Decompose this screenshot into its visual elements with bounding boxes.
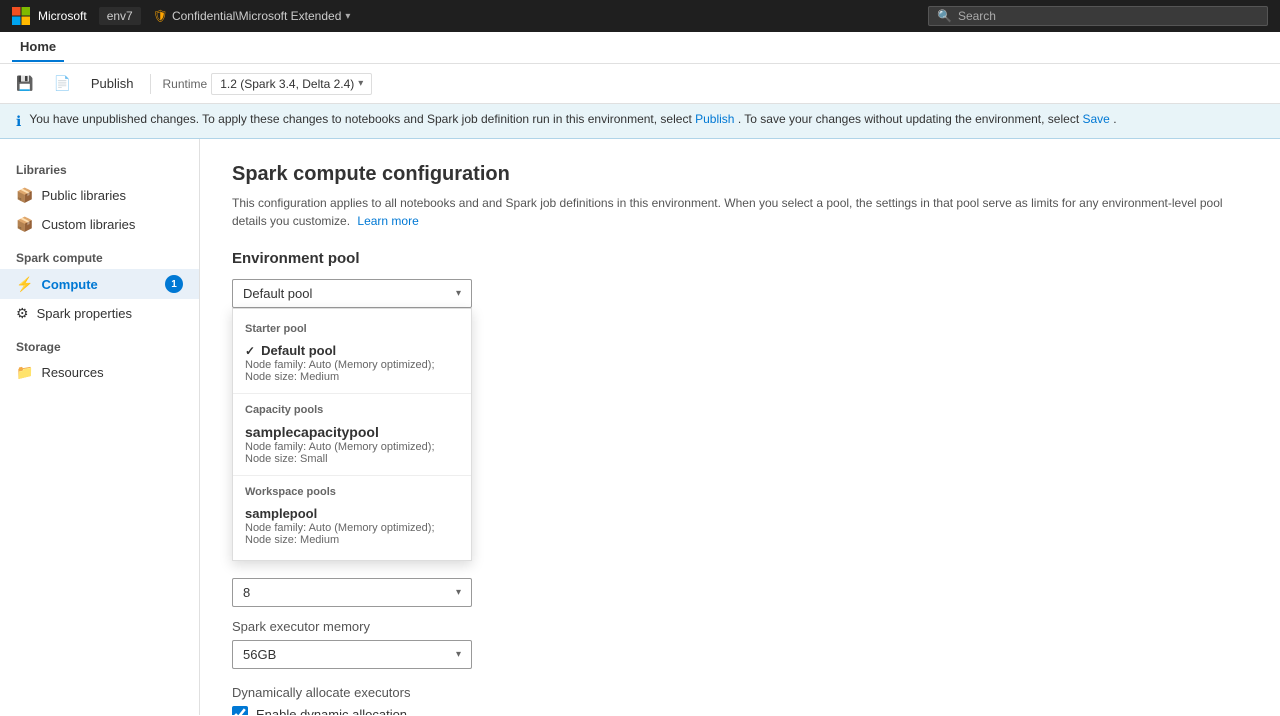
search-input[interactable] [958, 9, 1259, 23]
public-libraries-icon: 📦 [16, 187, 33, 204]
sidebar-item-custom-libraries-label: Custom libraries [41, 217, 135, 232]
chevron-down-icon[interactable]: ▾ [345, 11, 350, 22]
dynamic-allocation-title: Dynamically allocate executors [232, 685, 1248, 700]
runtime-dropdown[interactable]: 1.2 (Spark 3.4, Delta 2.4) ▾ [211, 73, 372, 95]
resources-icon: 📁 [16, 364, 33, 381]
sidebar-item-spark-properties[interactable]: ⚙ Spark properties [0, 299, 199, 328]
runtime-version-label: 1.2 (Spark 3.4, Delta 2.4) [220, 77, 354, 91]
toolbar-divider [150, 74, 151, 94]
file-icon: 📄 [53, 75, 70, 92]
node-count-row: 8 ▾ [232, 578, 1248, 607]
dropdown-group-workspace: Workspace pools [233, 480, 471, 500]
save-button[interactable]: 💾 [8, 71, 41, 96]
publish-label: Publish [91, 76, 134, 91]
samplepool-desc: Node family: Auto (Memory optimized); No… [245, 522, 459, 546]
nav-bar: Home [0, 32, 1280, 64]
check-icon: ✓ [245, 344, 255, 358]
dropdown-divider-2 [233, 475, 471, 476]
sidebar-item-resources-label: Resources [41, 365, 103, 380]
dropdown-item-samplecapacitypool[interactable]: samplecapacitypool Node family: Auto (Me… [233, 418, 471, 471]
main-layout: Libraries 📦 Public libraries 📦 Custom li… [0, 139, 1280, 715]
dynamic-allocation-checkbox[interactable] [232, 706, 248, 715]
executor-memory-group: Spark executor memory 56GB ▾ [232, 619, 1248, 669]
node-count-value: 8 [243, 585, 250, 600]
default-pool-desc: Node family: Auto (Memory optimized); No… [245, 359, 459, 383]
chevron-down-icon: ▾ [358, 78, 363, 89]
sidebar-item-compute[interactable]: ⚡ Compute 1 [0, 269, 199, 299]
content-area: Spark compute configuration This configu… [200, 139, 1280, 715]
sidebar-item-spark-properties-label: Spark properties [37, 306, 132, 321]
runtime-label: Runtime [163, 77, 208, 91]
dropdown-item-default-pool[interactable]: ✓ Default pool Node family: Auto (Memory… [233, 337, 471, 389]
executor-memory-dropdown[interactable]: 56GB ▾ [232, 640, 472, 669]
pool-dropdown-menu: Starter pool ✓ Default pool Node family:… [232, 308, 472, 561]
pool-dropdown[interactable]: Default pool ▾ [232, 279, 472, 308]
nav-home[interactable]: Home [12, 33, 64, 62]
publish-button[interactable]: Publish [83, 72, 142, 95]
node-count-select[interactable]: 8 ▾ [232, 578, 472, 607]
dropdown-divider-1 [233, 393, 471, 394]
chevron-down-icon: ▾ [456, 288, 461, 299]
capacity-pool-desc: Node family: Auto (Memory optimized); No… [245, 441, 459, 465]
dynamic-allocation-group: Dynamically allocate executors Enable dy… [232, 685, 1248, 715]
sidebar-item-public-libraries[interactable]: 📦 Public libraries [0, 181, 199, 210]
info-banner: ℹ You have unpublished changes. To apply… [0, 104, 1280, 139]
sidebar-item-compute-label: Compute [41, 277, 97, 292]
sidebar-item-public-libraries-label: Public libraries [41, 188, 126, 203]
search-icon: 🔍 [937, 9, 952, 23]
shield-icon: 🛡 [153, 9, 168, 23]
sidebar-spark-compute-title: Spark compute [0, 247, 199, 269]
ms-logo-icon [12, 7, 30, 25]
toolbar: 💾 📄 Publish Runtime 1.2 (Spark 3.4, Delt… [0, 64, 1280, 104]
sidebar-item-custom-libraries[interactable]: 📦 Custom libraries [0, 210, 199, 239]
dropdown-group-capacity: Capacity pools [233, 398, 471, 418]
save-icon: 💾 [16, 75, 33, 92]
sidebar-item-resources[interactable]: 📁 Resources [0, 358, 199, 387]
banner-text-end: . [1113, 112, 1116, 126]
enable-dynamic-label: Enable dynamic allocation [256, 707, 407, 716]
sidebar-libraries-title: Libraries [0, 159, 199, 181]
env-tag[interactable]: env7 [99, 7, 141, 25]
custom-libraries-icon: 📦 [16, 216, 33, 233]
file-button[interactable]: 📄 [45, 71, 78, 96]
env-label: env7 [107, 9, 133, 23]
banner-text-start: You have unpublished changes. To apply t… [29, 112, 695, 126]
capacity-pool-name: samplecapacitypool [245, 424, 379, 440]
search-bar[interactable]: 🔍 [928, 6, 1268, 26]
top-bar: Microsoft env7 🛡 Confidential\Microsoft … [0, 0, 1280, 32]
banner-text-mid: . To save your changes without updating … [738, 112, 1083, 126]
sidebar: Libraries 📦 Public libraries 📦 Custom li… [0, 139, 200, 715]
pool-dropdown-value: Default pool [243, 286, 312, 301]
samplepool-name: samplepool [245, 506, 317, 521]
node-count-dropdown: 8 ▾ [232, 578, 472, 607]
ms-logo-text: Microsoft [38, 9, 87, 23]
dropdown-group-starter: Starter pool [233, 317, 471, 337]
banner-save-link[interactable]: Save [1082, 112, 1109, 126]
banner-publish-link[interactable]: Publish [695, 112, 734, 126]
compute-icon: ⚡ [16, 276, 33, 293]
chevron-down-icon: ▾ [456, 587, 461, 598]
page-description: This configuration applies to all notebo… [232, 194, 1248, 230]
microsoft-logo: Microsoft [12, 7, 87, 25]
sidebar-storage-title: Storage [0, 336, 199, 358]
page-title: Spark compute configuration [232, 163, 1248, 186]
info-icon: ℹ [16, 113, 21, 130]
compute-badge: 1 [165, 275, 183, 293]
learn-more-link[interactable]: Learn more [357, 214, 418, 228]
spark-properties-icon: ⚙ [16, 305, 29, 322]
environment-pool-title: Environment pool [232, 250, 1248, 267]
dynamic-allocation-checkbox-row: Enable dynamic allocation [232, 706, 1248, 715]
executor-memory-label: Spark executor memory [232, 619, 1248, 634]
confidential-label: 🛡 Confidential\Microsoft Extended ▾ [153, 9, 351, 23]
executor-memory-value: 56GB [243, 647, 276, 662]
dropdown-item-samplepool[interactable]: samplepool Node family: Auto (Memory opt… [233, 500, 471, 552]
pool-dropdown-wrapper: Default pool ▾ Starter pool ✓ Default po… [232, 279, 472, 308]
default-pool-name: Default pool [261, 343, 336, 358]
chevron-down-icon: ▾ [456, 649, 461, 660]
